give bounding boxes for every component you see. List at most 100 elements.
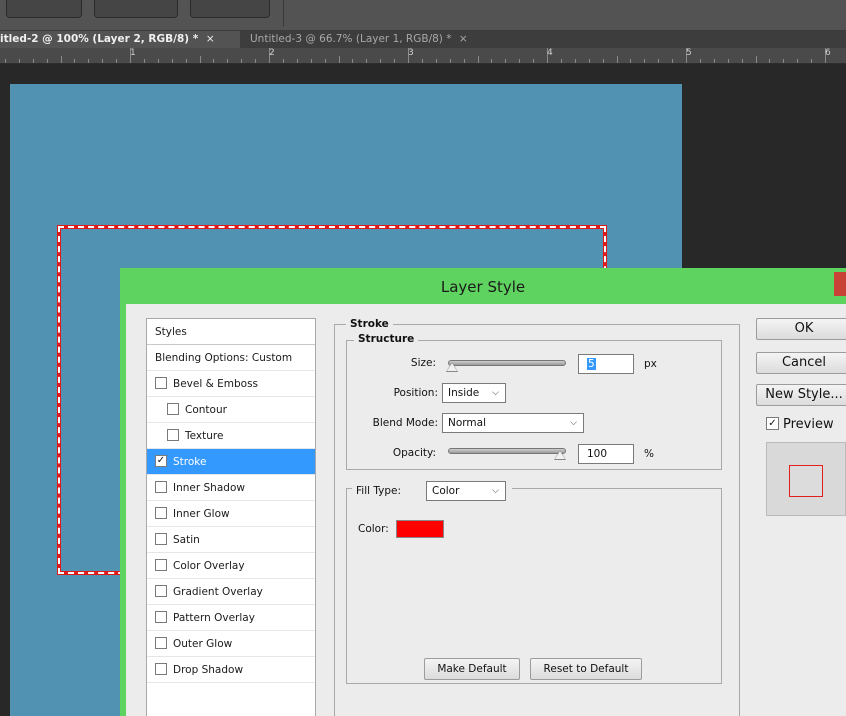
- ruler-tick: [102, 59, 103, 63]
- style-item-inner-glow[interactable]: Inner Glow: [147, 501, 315, 527]
- ruler-tick: [61, 56, 62, 63]
- fill-type-group-frame: [346, 488, 722, 684]
- ruler-tick: [339, 56, 340, 63]
- checkbox-icon[interactable]: [155, 507, 167, 519]
- checkbox-icon[interactable]: [155, 533, 167, 545]
- checkbox-icon[interactable]: [155, 663, 167, 675]
- options-bar-button[interactable]: [190, 0, 270, 18]
- preview-label: Preview: [783, 417, 834, 432]
- blend-mode-value: Normal: [448, 417, 486, 429]
- checkbox-icon[interactable]: [167, 403, 179, 415]
- style-item-bevel-emboss[interactable]: Bevel & Emboss: [147, 371, 315, 397]
- style-item-label: Satin: [173, 534, 200, 546]
- ruler-tick: [658, 59, 659, 63]
- ruler-tick: [283, 59, 284, 63]
- ruler-tick: [783, 59, 784, 63]
- checkbox-icon[interactable]: [155, 481, 167, 493]
- style-item-label: Contour: [185, 404, 227, 416]
- ruler-tick: [491, 59, 492, 63]
- size-slider-thumb[interactable]: [446, 362, 458, 372]
- style-item-label: Bevel & Emboss: [173, 378, 259, 390]
- dialog-close-button[interactable]: [834, 272, 846, 296]
- checkbox-icon[interactable]: [167, 429, 179, 441]
- size-value: 5: [587, 358, 596, 370]
- ruler-tick: [464, 59, 465, 63]
- checkbox-icon[interactable]: [155, 585, 167, 597]
- ruler-tick: [519, 59, 520, 63]
- style-item-color-overlay[interactable]: Color Overlay: [147, 553, 315, 579]
- ruler-tick: [797, 59, 798, 63]
- ruler-tick: [325, 59, 326, 63]
- position-label: Position:: [393, 387, 438, 399]
- styles-header[interactable]: Styles: [147, 319, 315, 345]
- horizontal-ruler[interactable]: 1 2 3 4 5 6: [0, 48, 846, 64]
- checkbox-icon[interactable]: [155, 611, 167, 623]
- opacity-slider-thumb[interactable]: [554, 450, 566, 460]
- checkmark-icon[interactable]: ✓: [766, 417, 779, 430]
- style-item-label: Texture: [185, 430, 224, 442]
- opacity-input[interactable]: 100: [578, 444, 634, 464]
- checkbox-icon[interactable]: [155, 559, 167, 571]
- tab-close-icon[interactable]: ×: [459, 33, 468, 45]
- blending-options-item[interactable]: Blending Options: Custom: [147, 345, 315, 371]
- style-item-pattern-overlay[interactable]: Pattern Overlay: [147, 605, 315, 631]
- document-tab-untitled-3[interactable]: Untitled-3 @ 66.7% (Layer 1, RGB/8) * ×: [240, 31, 510, 48]
- make-default-button[interactable]: Make Default: [424, 658, 520, 680]
- ruler-label: 3: [408, 48, 414, 58]
- blend-mode-label: Blend Mode:: [372, 417, 438, 429]
- ruler-tick: [436, 59, 437, 63]
- style-item-texture[interactable]: Texture: [147, 423, 315, 449]
- ok-button[interactable]: OK: [756, 318, 846, 340]
- style-item-satin[interactable]: Satin: [147, 527, 315, 553]
- style-item-label: Drop Shadow: [173, 664, 244, 676]
- opacity-label: Opacity:: [392, 447, 436, 459]
- style-item-label: Inner Glow: [173, 508, 230, 520]
- style-preview-box: [766, 442, 846, 516]
- opacity-unit: %: [644, 448, 654, 460]
- tab-label: Untitled-3 @ 66.7% (Layer 1, RGB/8) *: [250, 33, 452, 45]
- checkmark-icon[interactable]: ✓: [155, 455, 167, 467]
- style-item-inner-shadow[interactable]: Inner Shadow: [147, 475, 315, 501]
- preview-toggle[interactable]: ✓ Preview: [766, 416, 834, 434]
- ruler-tick: [241, 59, 242, 63]
- style-item-label: Pattern Overlay: [173, 612, 255, 624]
- ruler-tick: [172, 59, 173, 63]
- options-bar-button[interactable]: [6, 0, 82, 18]
- styles-list: Styles Blending Options: Custom Bevel & …: [146, 318, 316, 716]
- size-slider[interactable]: [448, 360, 566, 366]
- position-select[interactable]: Inside ⌵: [442, 383, 506, 403]
- fill-type-value: Color: [432, 485, 460, 497]
- ruler-tick: [742, 59, 743, 63]
- size-input[interactable]: 5: [578, 354, 634, 374]
- blend-mode-select[interactable]: Normal ⌵: [442, 413, 584, 433]
- checkbox-icon[interactable]: [155, 637, 167, 649]
- style-item-contour[interactable]: Contour: [147, 397, 315, 423]
- cancel-button[interactable]: Cancel: [756, 352, 846, 374]
- ruler-label: 5: [686, 48, 692, 58]
- fill-type-select[interactable]: Color ⌵: [426, 481, 506, 501]
- ruler-tick: [33, 59, 34, 63]
- style-preview-swatch: [789, 465, 823, 497]
- tab-close-icon[interactable]: ×: [206, 33, 215, 45]
- ruler-tick: [352, 59, 353, 63]
- new-style-button[interactable]: New Style...: [756, 384, 846, 406]
- opacity-value: 100: [587, 448, 608, 460]
- document-tab-untitled-2[interactable]: itled-2 @ 100% (Layer 2, RGB/8) * ×: [0, 31, 240, 48]
- style-item-outer-glow[interactable]: Outer Glow: [147, 631, 315, 657]
- options-bar-button[interactable]: [94, 0, 178, 18]
- reset-to-default-button[interactable]: Reset to Default: [530, 658, 642, 680]
- ruler-tick: [811, 59, 812, 63]
- style-item-gradient-overlay[interactable]: Gradient Overlay: [147, 579, 315, 605]
- ruler-tick: [644, 59, 645, 63]
- stroke-color-swatch[interactable]: [396, 520, 444, 538]
- ruler-tick: [561, 59, 562, 63]
- opacity-slider[interactable]: [448, 448, 566, 454]
- color-label: Color:: [358, 523, 389, 535]
- style-item-drop-shadow[interactable]: Drop Shadow: [147, 657, 315, 683]
- checkbox-icon[interactable]: [155, 377, 167, 389]
- options-bar: [0, 0, 846, 31]
- ruler-tick: [728, 59, 729, 63]
- ruler-tick: [700, 59, 701, 63]
- style-item-stroke[interactable]: ✓ Stroke: [147, 449, 315, 475]
- ruler-tick: [19, 59, 20, 63]
